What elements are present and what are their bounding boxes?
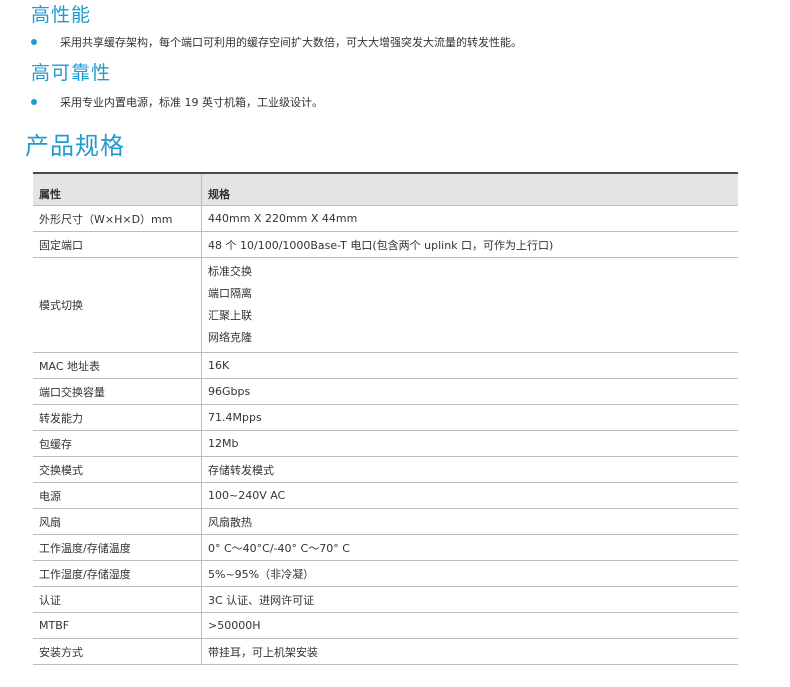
row-attr: 交换模式 [33,456,202,483]
row-attr: 外形尺寸（W×H×D）mm [33,205,202,232]
header-attr: 属性 [33,173,202,206]
section-title-reliability: 高可靠性 [31,62,112,84]
table-row: 认证 3C 认证、进网许可证 [33,586,738,613]
table-row: MTBF >50000H [33,612,738,639]
row-value: 3C 认证、进网许可证 [201,586,738,613]
row-value-item: 标准交换 [208,265,252,278]
specs-title: 产品规格 [25,132,125,160]
row-value-item: 汇聚上联 [208,309,252,322]
table-row: 转发能力 71.4Mpps [33,404,738,431]
row-value-item: 网络克隆 [208,331,252,344]
section-title-performance: 高性能 [31,4,92,26]
row-value: 5%~95%（非冷凝） [201,560,738,587]
table-row: 电源 100~240V AC [33,482,738,509]
row-attr: 认证 [33,586,202,613]
table-row: 模式切换 标准交换 端口隔离 汇聚上联 网络克隆 [33,257,738,353]
table-row: 包缓存 12Mb [33,430,738,457]
row-attr: 模式切换 [33,257,202,353]
row-value: 12Mb [201,430,738,457]
bullet-icon [31,99,37,105]
table-row: 安装方式 带挂耳，可上机架安装 [33,638,738,665]
table-row: 固定端口 48 个 10/100/1000Base-T 电口(包含两个 upli… [33,231,738,258]
table-header-row: 属性 规格 [33,173,738,206]
row-attr: 工作温度/存储温度 [33,534,202,561]
row-attr: 转发能力 [33,404,202,431]
row-value: 71.4Mpps [201,404,738,431]
row-attr: 风扇 [33,508,202,535]
row-attr: 固定端口 [33,231,202,258]
performance-bullet-item: 采用共享缓存架构，每个端口可利用的缓存空间扩大数倍，可大大增强突发大流量的转发性… [31,34,522,50]
row-value: 存储转发模式 [201,456,738,483]
reliability-bullet-text: 采用专业内置电源，标准 19 英寸机箱，工业级设计。 [60,96,323,109]
row-attr: 安装方式 [33,638,202,665]
row-attr: MAC 地址表 [33,352,202,379]
reliability-bullet-item: 采用专业内置电源，标准 19 英寸机箱，工业级设计。 [31,94,323,110]
row-value-list: 标准交换 端口隔离 汇聚上联 网络克隆 [201,257,738,353]
bullet-icon [31,39,37,45]
row-value: 48 个 10/100/1000Base-T 电口(包含两个 uplink 口，… [201,231,738,258]
row-attr: 包缓存 [33,430,202,457]
table-row: 风扇 风扇散热 [33,508,738,535]
row-attr: 端口交换容量 [33,378,202,405]
table-row: 工作湿度/存储湿度 5%~95%（非冷凝） [33,560,738,587]
row-attr: 工作湿度/存储湿度 [33,560,202,587]
table-row: 工作温度/存储温度 0° C～40°C/-40° C～70° C [33,534,738,561]
row-value: 风扇散热 [201,508,738,535]
performance-bullet-text: 采用共享缓存架构，每个端口可利用的缓存空间扩大数倍，可大大增强突发大流量的转发性… [60,36,522,49]
row-value: 440mm X 220mm X 44mm [201,205,738,232]
row-value: 96Gbps [201,378,738,405]
row-value: 16K [201,352,738,379]
row-value: 100~240V AC [201,482,738,509]
row-attr: MTBF [33,612,202,639]
row-value-item: 端口隔离 [208,287,252,300]
table-row: 交换模式 存储转发模式 [33,456,738,483]
row-value: >50000H [201,612,738,639]
table-row: 外形尺寸（W×H×D）mm 440mm X 220mm X 44mm [33,205,738,232]
spec-table: 属性 规格 外形尺寸（W×H×D）mm 440mm X 220mm X 44mm… [33,172,738,665]
table-row: 端口交换容量 96Gbps [33,378,738,405]
row-value: 带挂耳，可上机架安装 [201,638,738,665]
row-value: 0° C～40°C/-40° C～70° C [201,534,738,561]
row-attr: 电源 [33,482,202,509]
table-row: MAC 地址表 16K [33,352,738,379]
header-spec: 规格 [201,173,738,206]
